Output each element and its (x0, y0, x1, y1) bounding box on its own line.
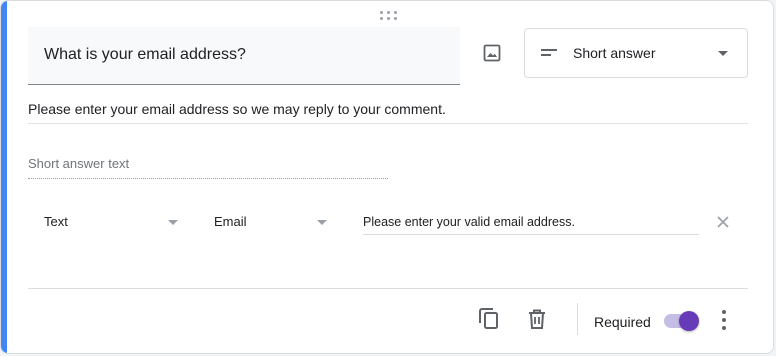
chevron-down-icon[interactable] (168, 220, 178, 225)
chevron-down-icon (718, 51, 728, 56)
close-icon[interactable] (715, 214, 731, 230)
image-icon (483, 44, 501, 62)
add-image-button[interactable] (478, 39, 506, 67)
question-card[interactable]: What is your email address? Short answer… (0, 0, 774, 354)
short-answer-icon (541, 49, 557, 56)
copy-icon[interactable] (477, 307, 501, 331)
short-answer-preview: Short answer text (28, 156, 388, 179)
question-description-field[interactable]: Please enter your email address so we ma… (28, 101, 748, 124)
question-title-field[interactable]: What is your email address? (28, 27, 460, 85)
question-title-text: What is your email address? (44, 46, 246, 63)
validation-condition-dropdown[interactable]: Email (214, 214, 247, 229)
footer-divider (28, 288, 748, 289)
footer-vertical-divider (577, 303, 578, 335)
more-vert-icon[interactable] (717, 309, 731, 331)
required-label: Required (594, 314, 651, 330)
trash-icon[interactable] (525, 307, 549, 331)
active-accent-bar (1, 1, 7, 353)
drag-handle-icon[interactable] (380, 11, 398, 21)
question-type-dropdown[interactable]: Short answer (524, 28, 748, 78)
chevron-down-icon[interactable] (317, 220, 327, 225)
validation-type-dropdown[interactable]: Text (44, 214, 68, 229)
custom-error-text-field[interactable]: Please enter your valid email address. (363, 213, 699, 235)
question-type-label: Short answer (573, 45, 656, 61)
toggle-thumb[interactable] (679, 311, 699, 331)
